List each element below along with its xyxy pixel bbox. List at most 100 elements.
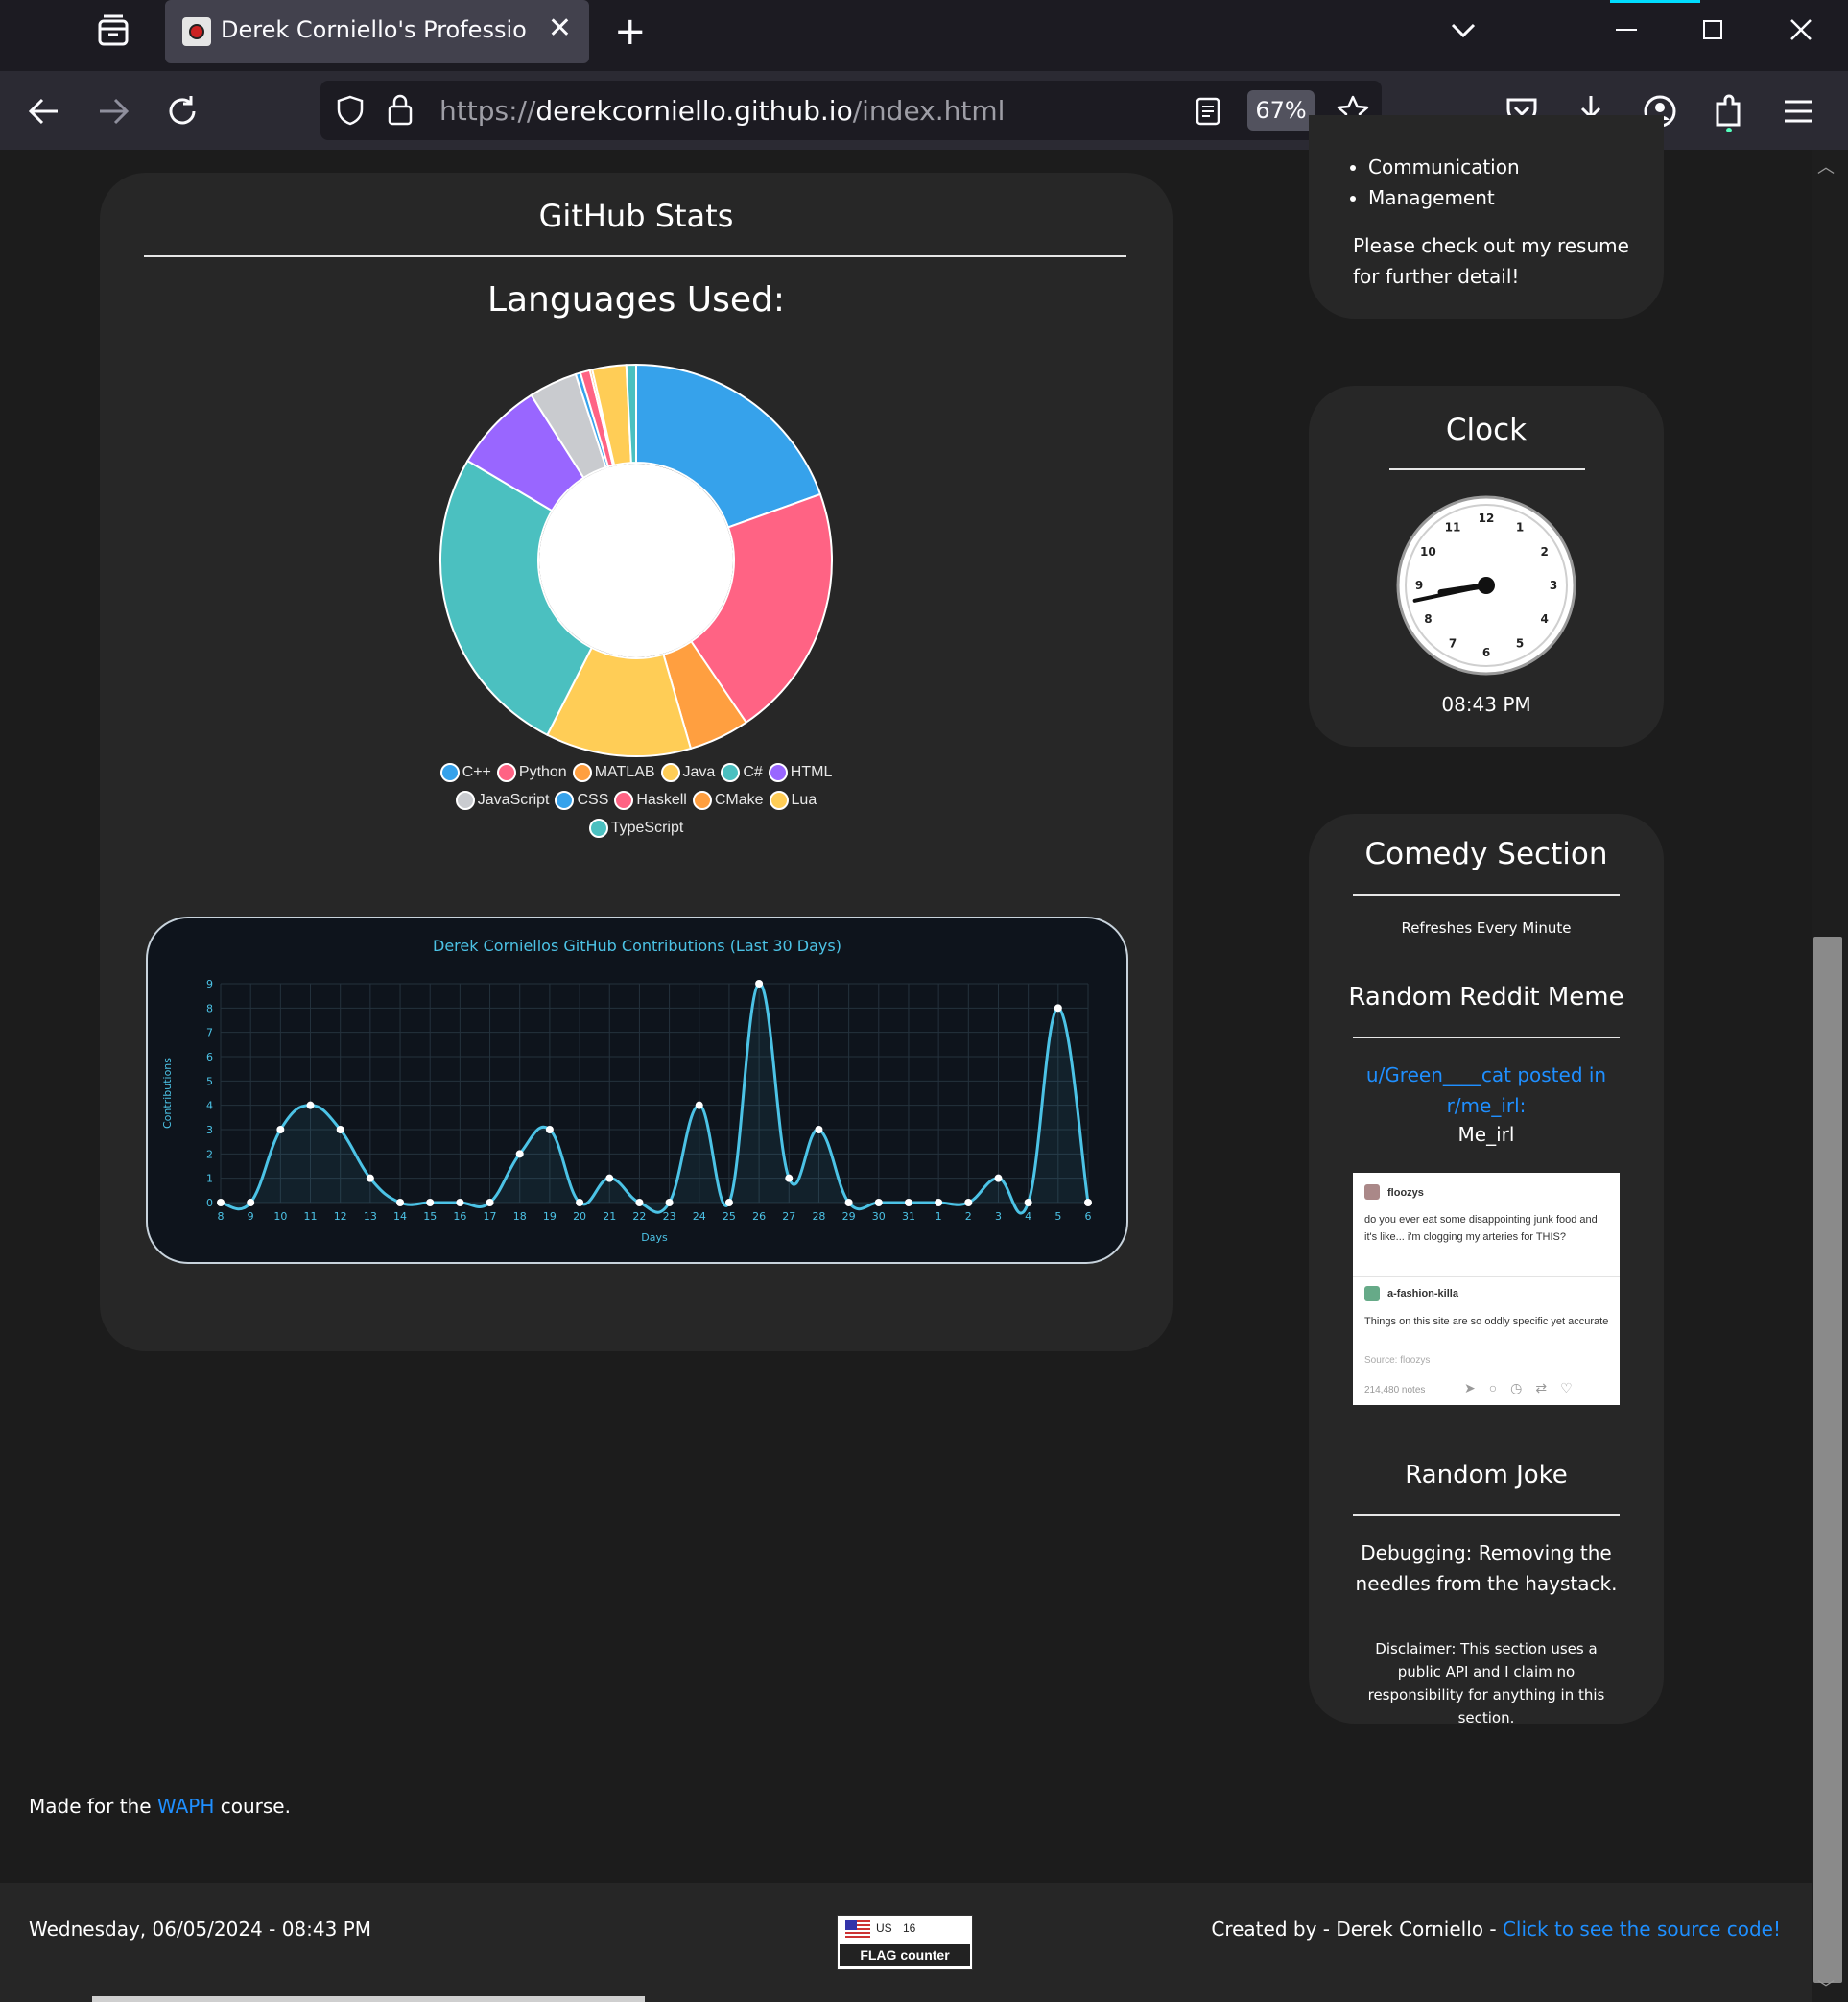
- x-tick-label: 28: [812, 1210, 825, 1223]
- x-tick-label: 21: [603, 1210, 616, 1223]
- legend-item[interactable]: MATLAB: [572, 763, 655, 782]
- data-point: [276, 1126, 285, 1133]
- accent-line: [1610, 0, 1700, 3]
- reader-view-icon[interactable]: [1194, 96, 1222, 127]
- legend-swatch: [572, 763, 592, 782]
- legend-item[interactable]: JavaScript: [455, 791, 550, 810]
- area-fill: [221, 983, 1088, 1214]
- legend-item[interactable]: C++: [439, 763, 491, 782]
- clock-number: 10: [1420, 545, 1436, 559]
- us-flag-icon: [845, 1920, 870, 1938]
- meme-action-icons: ➤○◷⇄♡: [1464, 1380, 1586, 1395]
- tab-list-icon[interactable]: [94, 12, 132, 50]
- scroll-down-icon[interactable]: ﹀: [1817, 1975, 1835, 2000]
- x-tick-label: 26: [752, 1210, 766, 1223]
- zoom-indicator[interactable]: 67%: [1247, 90, 1315, 131]
- meme-user-1: floozys: [1387, 1187, 1424, 1199]
- close-window-icon[interactable]: [1787, 15, 1815, 44]
- meme-author-link[interactable]: u/Green____cat posted in r/me_irl:: [1353, 1060, 1620, 1121]
- back-icon[interactable]: [23, 90, 65, 132]
- x-tick-label: 23: [663, 1210, 676, 1223]
- skills-card: Communication Management Please check ou…: [1309, 115, 1664, 319]
- address-bar[interactable]: https://derekcorniello.github.io/index.h…: [320, 81, 1382, 140]
- flag-country: US: [876, 1921, 892, 1935]
- tab-active[interactable]: Derek Corniello's Professional Web ✕: [165, 0, 589, 63]
- menu-icon[interactable]: [1777, 90, 1819, 132]
- data-point: [724, 1199, 733, 1206]
- legend-item[interactable]: C#: [721, 763, 763, 782]
- data-point: [665, 1199, 674, 1206]
- x-tick-label: 25: [723, 1210, 736, 1223]
- flag-counter-widget[interactable]: US 16 FLAG counter: [837, 1915, 973, 1970]
- reload-icon[interactable]: [161, 90, 203, 132]
- comedy-card: Comedy Section Refreshes Every Minute Ra…: [1309, 814, 1664, 1727]
- divider: [1353, 1514, 1620, 1516]
- legend-swatch: [769, 791, 789, 810]
- lock-icon[interactable]: [386, 92, 415, 127]
- languages-donut-chart: [439, 363, 833, 757]
- data-point: [964, 1199, 973, 1206]
- list-all-tabs-icon[interactable]: [1449, 15, 1478, 44]
- meme-notes: 214,480 notes: [1364, 1385, 1426, 1395]
- x-tick-label: 18: [513, 1210, 527, 1223]
- x-axis-label: Days: [641, 1231, 668, 1244]
- scroll-up-icon[interactable]: ︿: [1817, 154, 1835, 179]
- scrollbar-thumb[interactable]: [1813, 937, 1842, 1983]
- legend-swatch: [455, 791, 475, 810]
- maximize-icon[interactable]: [1698, 15, 1727, 44]
- legend-item[interactable]: Haskell: [614, 791, 687, 810]
- shield-icon[interactable]: [334, 94, 367, 127]
- legend-item[interactable]: TypeScript: [588, 819, 683, 838]
- contributions-line-chart: Derek Corniellos GitHub Contributions (L…: [161, 937, 1092, 1244]
- forward-icon[interactable]: [92, 90, 134, 132]
- meme-image[interactable]: floozys do you ever eat some disappointi…: [1353, 1173, 1620, 1405]
- x-tick-label: 4: [1025, 1210, 1031, 1223]
- legend-label: CSS: [577, 792, 609, 808]
- resume-note: Please check out my resume for further d…: [1353, 234, 1629, 288]
- x-tick-label: 11: [304, 1210, 318, 1223]
- data-point: [366, 1174, 374, 1182]
- y-tick-label: 8: [206, 1002, 213, 1014]
- minimize-icon[interactable]: [1612, 15, 1641, 44]
- legend-label: JavaScript: [477, 792, 550, 808]
- clock-time: 08:43 PM: [1441, 693, 1531, 716]
- favicon-icon: [182, 17, 211, 46]
- legend-label: Haskell: [636, 792, 687, 808]
- source-code-link[interactable]: Click to see the source code!: [1503, 1918, 1781, 1941]
- close-tab-icon[interactable]: ✕: [548, 13, 572, 44]
- footer: Wednesday, 06/05/2024 - 08:43 PM US 16 F…: [0, 1883, 1812, 2002]
- legend-item[interactable]: HTML: [768, 763, 833, 782]
- legend-item[interactable]: Python: [496, 763, 567, 782]
- horizontal-scrollbar-thumb[interactable]: [92, 1996, 645, 2002]
- clock-number: 2: [1540, 545, 1548, 559]
- legend-swatch: [588, 819, 608, 838]
- y-tick-label: 4: [206, 1100, 213, 1112]
- legend-item[interactable]: CSS: [555, 791, 608, 810]
- extensions-icon[interactable]: [1708, 90, 1750, 132]
- legend-item[interactable]: Java: [660, 763, 716, 782]
- legend-item[interactable]: Lua: [769, 791, 817, 810]
- legend-label: Java: [682, 764, 716, 780]
- clock-heading: Clock: [1445, 413, 1528, 447]
- divider: [1353, 1276, 1620, 1277]
- url-text[interactable]: https://derekcorniello.github.io/index.h…: [439, 95, 1005, 127]
- meme-text-1: do you ever eat some disappointing junk …: [1364, 1214, 1598, 1243]
- data-point: [1084, 1199, 1092, 1206]
- contributions-chart-panel: Derek Corniellos GitHub Contributions (L…: [146, 917, 1128, 1264]
- data-point: [456, 1199, 464, 1206]
- data-point: [247, 1199, 255, 1206]
- joke-text: Debugging: Removing the needles from the…: [1355, 1541, 1618, 1595]
- legend-label: HTML: [790, 764, 833, 780]
- meme-source: Source: floozys: [1364, 1355, 1431, 1366]
- data-point: [396, 1199, 405, 1206]
- legend-swatch: [768, 763, 788, 782]
- new-tab-icon[interactable]: +: [614, 10, 647, 54]
- tab-bar: Derek Corniello's Professional Web ✕ +: [0, 0, 1848, 71]
- data-point: [695, 1101, 703, 1109]
- tab-title: Derek Corniello's Professional Web: [221, 16, 526, 43]
- data-point: [785, 1174, 794, 1182]
- x-tick-label: 22: [632, 1210, 646, 1223]
- y-tick-label: 2: [206, 1148, 213, 1160]
- legend-item[interactable]: CMake: [692, 791, 764, 810]
- waph-link[interactable]: WAPH: [157, 1795, 214, 1818]
